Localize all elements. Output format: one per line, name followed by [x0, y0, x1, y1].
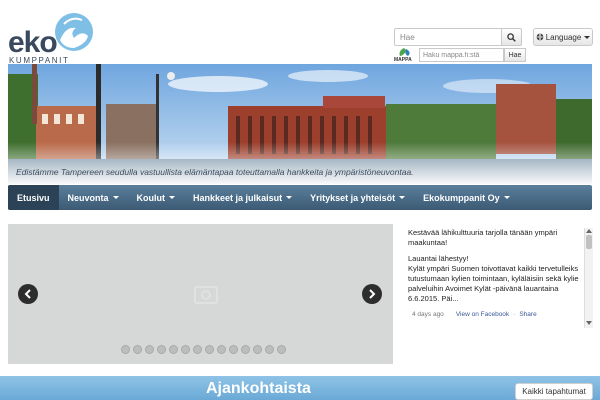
chevron-down-icon	[399, 196, 406, 199]
chevron-right-icon	[369, 289, 376, 299]
view-on-facebook-link[interactable]: View on Facebook	[456, 311, 509, 318]
slider-dot[interactable]	[229, 345, 238, 354]
slider-dot[interactable]	[265, 345, 274, 354]
scrollbar-thumb[interactable]	[586, 235, 592, 249]
feed-post-headline: Lauantai lähestyy!	[408, 254, 469, 263]
nav-item-koulut[interactable]: Koulut	[128, 185, 185, 210]
chevron-down-icon	[286, 196, 293, 199]
slider-dot[interactable]	[217, 345, 226, 354]
chevron-down-icon	[503, 196, 510, 199]
scroll-down-icon[interactable]	[586, 321, 592, 325]
slider-dot[interactable]	[277, 345, 286, 354]
slider-dot[interactable]	[157, 345, 166, 354]
mappa-logo-text: MAPPA	[394, 57, 412, 63]
nav-label: Neuvonta	[67, 192, 109, 203]
feed-post: Kestävää lähikulttuuria tarjolla tänään …	[408, 228, 558, 247]
chevron-left-icon	[24, 289, 31, 299]
slider-dot[interactable]	[253, 345, 262, 354]
separator: ·	[513, 311, 516, 318]
slider-dot[interactable]	[133, 345, 142, 354]
feed-post-meta: 4 days ago View on Facebook · Share	[412, 311, 537, 318]
image-slider	[8, 224, 393, 364]
all-events-button[interactable]: Kaikki tapahtumat	[515, 383, 593, 400]
loading-placeholder-icon	[194, 286, 218, 304]
mappa-search-input[interactable]	[419, 48, 504, 62]
nav-item-hankkeet[interactable]: Hankkeet ja julkaisut	[184, 185, 301, 210]
slider-pagination	[121, 345, 286, 354]
chevron-down-icon	[112, 196, 119, 199]
feed-post-time: 4 days ago	[412, 311, 444, 318]
search-button[interactable]	[501, 28, 522, 46]
wave-icon	[55, 13, 93, 51]
ekokumppanit-logo[interactable]: eko KUMPPANIT	[8, 10, 93, 65]
slider-dot[interactable]	[205, 345, 214, 354]
feed-post: Lauantai lähestyy! Kylät ympäri Suomen t…	[408, 254, 582, 304]
slider-next-button[interactable]	[362, 284, 382, 304]
main-nav: Etusivu Neuvonta Koulut Hankkeet ja julk…	[8, 185, 592, 210]
nav-label: Ekokumppanit Oy	[423, 192, 500, 203]
tagline: Edistämme Tampereen seudulla vastuullist…	[16, 167, 414, 177]
slider-dot[interactable]	[145, 345, 154, 354]
chevron-down-icon	[584, 35, 591, 39]
language-label: Language	[545, 32, 582, 42]
nav-item-yritykset[interactable]: Yritykset ja yhteisöt	[301, 185, 414, 210]
feed-scrollbar[interactable]	[584, 228, 593, 328]
slider-dot[interactable]	[121, 345, 130, 354]
banner-photo	[8, 64, 592, 184]
nav-label: Hankkeet ja julkaisut	[193, 192, 283, 203]
slider-dot[interactable]	[193, 345, 202, 354]
nav-label: Koulut	[136, 192, 166, 203]
chevron-down-icon	[169, 196, 176, 199]
search-input[interactable]	[394, 28, 502, 46]
nav-label: Yritykset ja yhteisöt	[310, 192, 396, 203]
slider-dot[interactable]	[181, 345, 190, 354]
section-title: Ajankohtaista	[206, 380, 311, 397]
nav-item-etusivu[interactable]: Etusivu	[8, 185, 59, 210]
share-link[interactable]: Share	[519, 311, 536, 318]
slider-prev-button[interactable]	[18, 284, 38, 304]
slider-dot[interactable]	[241, 345, 250, 354]
nav-label: Etusivu	[17, 192, 50, 203]
globe-icon	[536, 33, 544, 41]
page: eko KUMPPANIT Language MAPPA Hae	[0, 0, 600, 400]
site-search	[394, 28, 522, 46]
feed-post-body: Kylät ympäri Suomen toivottavat kaikki t…	[408, 264, 579, 303]
logo-text: eko	[8, 26, 58, 59]
language-dropdown[interactable]: Language	[533, 28, 593, 46]
scroll-up-icon[interactable]	[586, 229, 592, 233]
nav-item-neuvonta[interactable]: Neuvonta	[59, 185, 128, 210]
mappa-search-button[interactable]: Hae	[504, 48, 526, 62]
nav-item-ekokumppanit-oy[interactable]: Ekokumppanit Oy	[414, 185, 519, 210]
slider-dot[interactable]	[169, 345, 178, 354]
banner-image	[8, 64, 592, 184]
mappa-logo[interactable]: MAPPA	[394, 47, 418, 63]
search-icon	[507, 32, 516, 42]
